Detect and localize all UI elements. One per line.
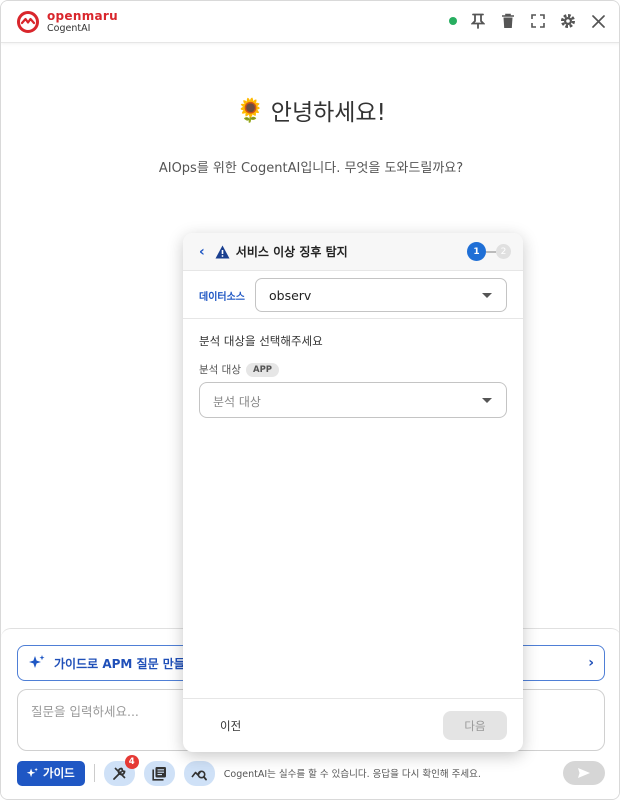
target-label: 분석 대상 APP bbox=[199, 362, 280, 377]
sunflower-icon: 🌻 bbox=[236, 97, 265, 124]
guide-banner-label: 가이드로 APM 질문 만들 bbox=[54, 656, 185, 671]
caret-down-icon bbox=[482, 398, 492, 403]
datasource-row: 데이터소스 observ bbox=[183, 271, 523, 319]
target-label-text: 분석 대상 bbox=[199, 364, 241, 376]
disclaimer-text: CogentAI는 실수를 할 수 있습니다. 응답을 다시 확인해 주세요. bbox=[223, 769, 481, 780]
prev-button[interactable]: 이전 bbox=[220, 718, 241, 734]
toolbar-divider bbox=[93, 764, 95, 782]
analysis-button[interactable] bbox=[183, 760, 215, 786]
dialog-footer: 이전 다음 bbox=[183, 698, 523, 752]
step-indicator: 1 2 bbox=[467, 242, 511, 261]
target-placeholder: 분석 대상 bbox=[213, 395, 261, 409]
chat-window: openmaru CogentAI 🌻 안녕하세요! AIOps를 위한 Cog… bbox=[0, 0, 620, 800]
send-button[interactable] bbox=[563, 761, 605, 785]
fullscreen-icon[interactable] bbox=[529, 12, 547, 30]
status-indicator bbox=[449, 17, 457, 25]
warning-icon bbox=[215, 245, 230, 259]
send-icon bbox=[578, 768, 590, 778]
datasource-select[interactable]: observ bbox=[255, 278, 507, 312]
app-tag: APP bbox=[245, 362, 280, 377]
target-select[interactable]: 분석 대상 bbox=[199, 382, 507, 418]
tools-count-badge: 4 bbox=[124, 754, 139, 769]
datasource-label: 데이터소스 bbox=[199, 292, 245, 303]
step-connector bbox=[486, 250, 496, 253]
trash-icon[interactable] bbox=[499, 12, 517, 30]
logo: openmaru CogentAI bbox=[16, 10, 118, 34]
library-icon bbox=[152, 766, 166, 781]
header: openmaru CogentAI bbox=[1, 1, 619, 43]
step-2: 2 bbox=[496, 244, 511, 259]
guide-button-label: 가이드 bbox=[43, 766, 75, 780]
back-chevron-icon[interactable]: ‹ bbox=[199, 244, 205, 260]
guide-button[interactable]: 가이드 bbox=[17, 760, 85, 786]
datasource-value: observ bbox=[269, 288, 312, 303]
brand-name: openmaru bbox=[47, 9, 118, 24]
welcome-title: 안녕하세요! bbox=[270, 100, 386, 126]
input-toolbar: 가이드 4 CogentAI는 실수를 할 수 있습니다. 응답을 다시 확인해… bbox=[17, 754, 605, 786]
close-icon[interactable] bbox=[589, 12, 607, 30]
tools-icon bbox=[112, 766, 126, 780]
welcome-section: 🌻 안녕하세요! bbox=[1, 93, 619, 127]
pin-icon[interactable] bbox=[469, 12, 487, 30]
anomaly-detection-dialog: ‹ 서비스 이상 징후 탐지 1 2 데이터소스 observ 분석 대상을 선… bbox=[183, 233, 523, 752]
section-heading: 분석 대상을 선택해주세요 bbox=[199, 334, 323, 348]
tools-button[interactable]: 4 bbox=[103, 754, 139, 786]
chevron-right-icon: › bbox=[588, 655, 594, 671]
library-button[interactable] bbox=[143, 760, 175, 786]
gear-icon[interactable] bbox=[559, 12, 577, 30]
step-1: 1 bbox=[467, 242, 486, 261]
next-button[interactable]: 다음 bbox=[443, 711, 507, 740]
chart-search-icon bbox=[191, 770, 208, 780]
dialog-header: ‹ 서비스 이상 징후 탐지 1 2 bbox=[183, 233, 523, 271]
product-name: CogentAI bbox=[47, 23, 91, 35]
openmaru-logo-icon bbox=[17, 11, 39, 33]
sparkle-icon bbox=[26, 767, 38, 777]
sparkle-icon bbox=[29, 655, 45, 668]
dialog-title: 서비스 이상 징후 탐지 bbox=[235, 245, 348, 259]
caret-down-icon bbox=[482, 293, 492, 298]
welcome-subtitle: AIOps를 위한 CogentAI입니다. 무엇을 도와드릴까요? bbox=[158, 161, 464, 176]
